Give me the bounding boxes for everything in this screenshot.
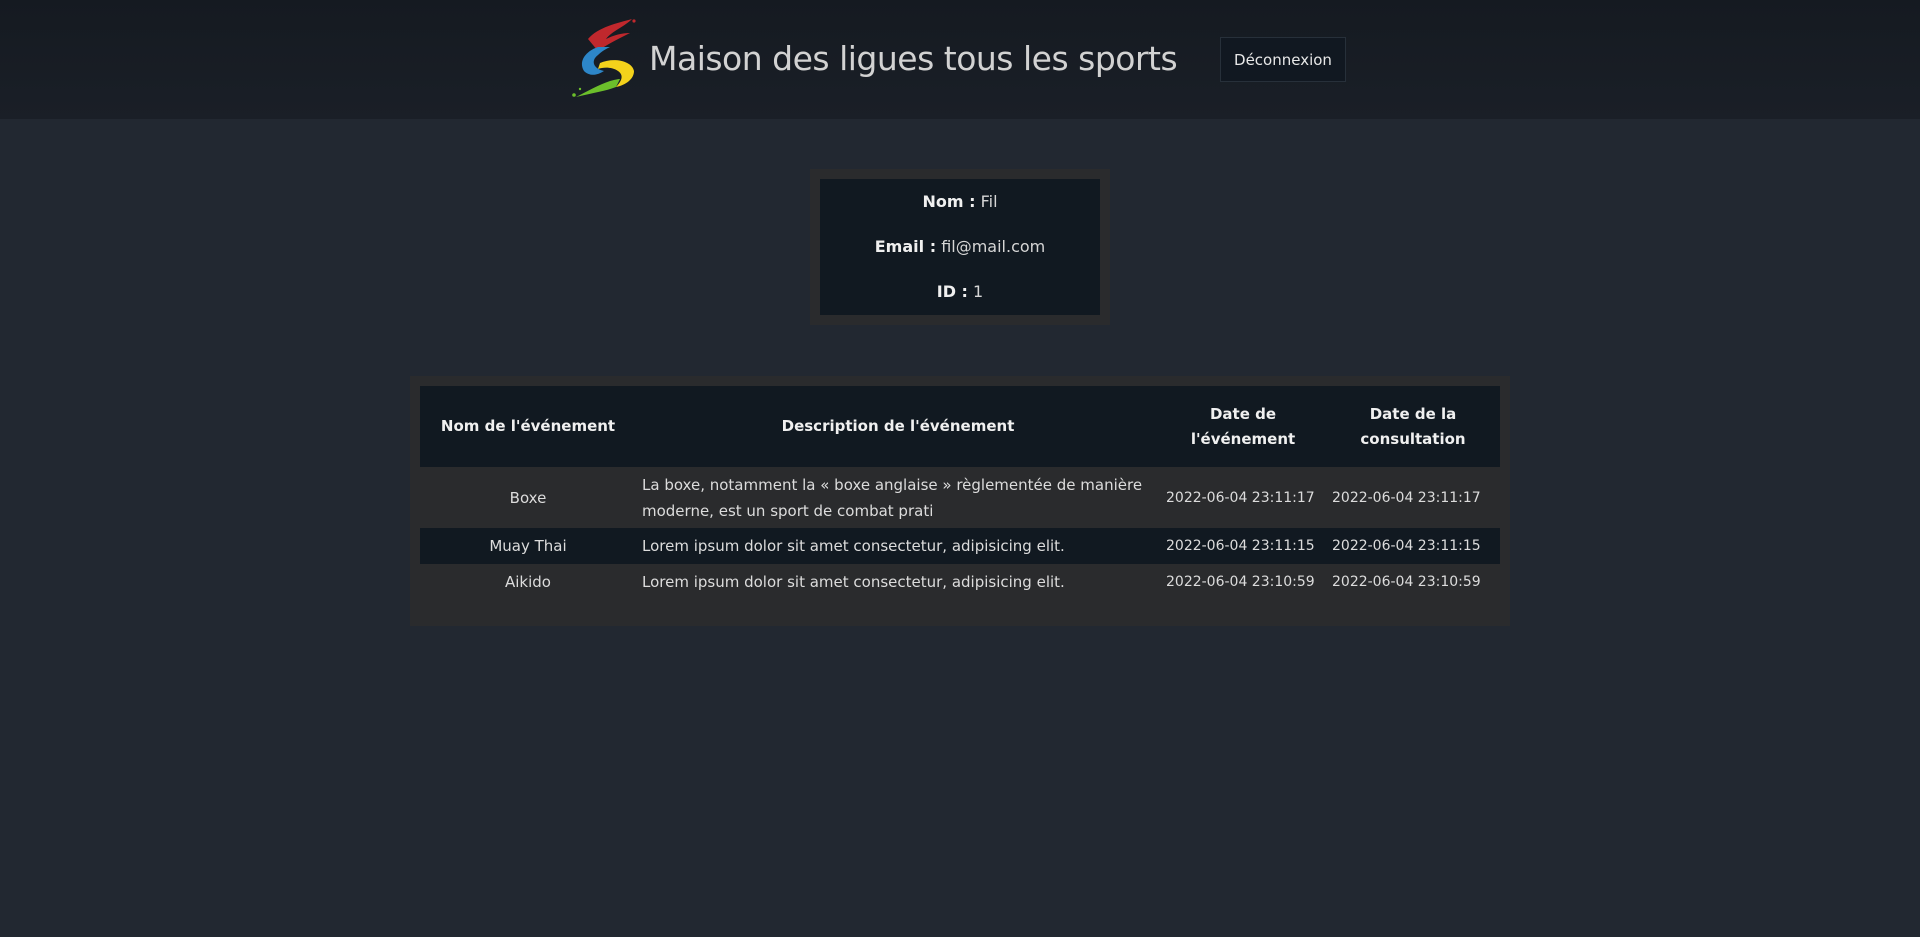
profile-id-label: ID : [936, 282, 968, 301]
logo-red-stroke [588, 19, 632, 51]
event-description-cell: La boxe, notamment la « boxe anglaise » … [636, 467, 1160, 528]
site-title: Maison des ligues tous les sports [649, 39, 1178, 78]
sports-logo [572, 19, 636, 97]
profile-email-row: Email : fil@mail.com [820, 224, 1100, 269]
table-row[interactable]: Aikido Lorem ipsum dolor sit amet consec… [420, 564, 1500, 600]
profile-card: Nom : Fil Email : fil@mail.com ID : 1 [810, 169, 1110, 325]
logo-dot-red [632, 19, 636, 23]
top-bar: Maison des ligues tous les sports Déconn… [0, 0, 1920, 119]
profile-info: Nom : Fil Email : fil@mail.com ID : 1 [820, 179, 1100, 315]
events-table-card: Nom de l'événement Description de l'évén… [410, 376, 1510, 626]
event-description-cell: Lorem ipsum dolor sit amet consectetur, … [636, 528, 1160, 564]
event-description-cell: Lorem ipsum dolor sit amet consectetur, … [636, 564, 1160, 600]
logo-dot-green [572, 93, 576, 97]
event-date-cell: 2022-06-04 23:11:15 [1160, 528, 1326, 564]
profile-name-value: Fil [980, 192, 998, 211]
consult-date-cell: 2022-06-04 23:10:59 [1326, 564, 1500, 600]
consult-date-cell: 2022-06-04 23:11:15 [1326, 528, 1500, 564]
profile-email-value: fil@mail.com [941, 237, 1046, 256]
profile-id-row: ID : 1 [820, 269, 1100, 314]
event-name-cell: Muay Thai [420, 528, 636, 564]
logout-button[interactable]: Déconnexion [1220, 37, 1346, 82]
event-date-cell: 2022-06-04 23:10:59 [1160, 564, 1326, 600]
profile-name-row: Nom : Fil [820, 179, 1100, 224]
profile-id-value: 1 [973, 282, 984, 301]
consult-date-cell: 2022-06-04 23:11:17 [1326, 467, 1500, 528]
column-header-consult-date[interactable]: Date de la consultation [1326, 386, 1500, 467]
column-header-event-name[interactable]: Nom de l'événement [420, 386, 636, 467]
column-header-description[interactable]: Description de l'événement [636, 386, 1160, 467]
table-header-row: Nom de l'événement Description de l'évén… [420, 386, 1500, 467]
event-name-cell: Boxe [420, 467, 636, 528]
logo-blue-stroke [581, 47, 610, 75]
event-name-cell: Aikido [420, 564, 636, 600]
profile-name-label: Nom : [922, 192, 976, 211]
events-table: Nom de l'événement Description de l'évén… [420, 386, 1500, 600]
table-row[interactable]: Muay Thai Lorem ipsum dolor sit amet con… [420, 528, 1500, 564]
profile-email-label: Email : [874, 237, 937, 256]
logo-green-stroke [576, 79, 620, 97]
logo-dot-green-small [578, 87, 582, 91]
event-date-cell: 2022-06-04 23:11:17 [1160, 467, 1326, 528]
table-row[interactable]: Boxe La boxe, notamment la « boxe anglai… [420, 467, 1500, 528]
column-header-event-date[interactable]: Date de l'événement [1160, 386, 1326, 467]
